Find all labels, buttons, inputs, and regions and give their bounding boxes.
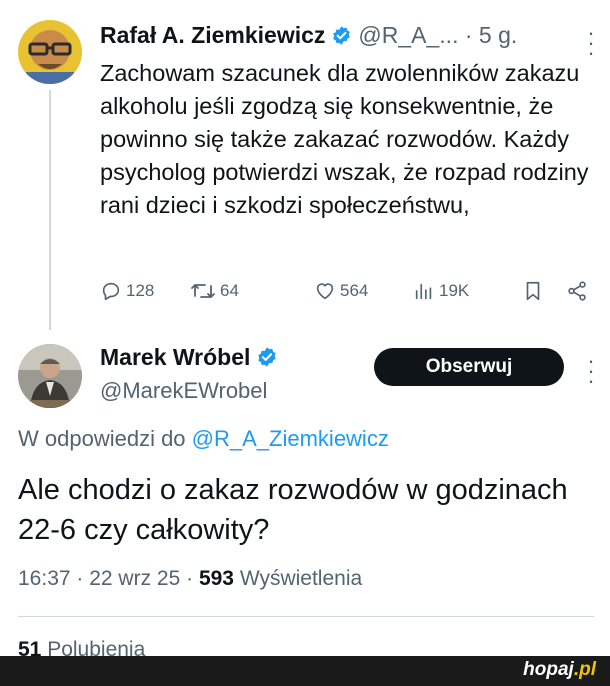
watermark-logo: hopaj.pl xyxy=(523,659,596,681)
verified-badge-icon xyxy=(331,25,352,52)
author-name-text[interactable]: Marek Wróbel xyxy=(100,344,250,370)
reply-count: 128 xyxy=(126,281,155,300)
like-button[interactable]: 564 xyxy=(314,280,368,302)
verified-badge-icon xyxy=(256,346,278,374)
author-name[interactable]: Rafał A. Ziemkiewicz xyxy=(100,22,325,48)
views-label: Wyświetlenia xyxy=(239,567,363,590)
reply-prefix: W odpowiedzi do xyxy=(18,426,186,451)
tweet-original: Rafał A. Ziemkiewicz @R_A_... · 5 g. · · · … xyxy=(0,0,610,330)
repost-count: 64 xyxy=(220,281,239,300)
follow-button[interactable]: Obserwuj xyxy=(374,348,564,386)
heart-icon xyxy=(314,280,336,302)
author-handle[interactable]: @MarekEWrobel xyxy=(100,378,267,404)
like-count: 564 xyxy=(340,281,369,300)
reply-context: W odpowiedzi do @R_A_Ziemkiewicz xyxy=(18,426,389,452)
watermark-bar: hopaj.pl xyxy=(0,656,610,686)
bookmark-button[interactable] xyxy=(522,280,544,302)
views-button[interactable]: 19K xyxy=(413,280,469,302)
share-icon xyxy=(566,280,588,302)
views-count: 593 xyxy=(198,567,234,590)
reply-mention-link[interactable]: @R_A_Ziemkiewicz xyxy=(192,426,389,451)
bookmark-icon xyxy=(522,280,544,302)
tweet-text: Zachowam szacunek dla zwolenników zakazu… xyxy=(100,60,589,218)
more-options-icon[interactable]: · · · xyxy=(586,22,596,64)
watermark-suffix: .pl xyxy=(573,659,596,680)
divider xyxy=(18,616,594,617)
views-chart-icon xyxy=(413,280,435,302)
repost-button[interactable]: 64 xyxy=(190,280,239,302)
tweet-text: Ale chodzi o zakaz rozwodów w godzinach … xyxy=(18,474,568,546)
action-bar: 128 64 564 19K xyxy=(100,280,595,310)
views-count: 19K xyxy=(439,281,470,300)
more-options-icon[interactable]: · · · xyxy=(586,350,596,392)
tweet1-header: Rafał A. Ziemkiewicz @R_A_... · 5 g. xyxy=(100,22,517,52)
reply-button[interactable]: 128 xyxy=(100,280,154,302)
share-button[interactable] xyxy=(566,280,588,302)
avatar-ziemkiewicz[interactable] xyxy=(18,20,82,84)
author-handle[interactable]: @R_A_... xyxy=(358,22,458,48)
author-name: Marek Wróbel xyxy=(100,344,284,374)
tweet-time[interactable]: · 5 g. xyxy=(465,22,517,48)
tweet-timestamp[interactable]: 16:37 · 22 wrz 25 · xyxy=(18,567,193,590)
thread-line xyxy=(49,90,51,330)
tweet-meta: 16:37 · 22 wrz 25 · 593 Wyświetlenia xyxy=(18,567,362,591)
repost-icon xyxy=(190,280,216,302)
avatar-wrobel[interactable] xyxy=(18,344,82,408)
watermark-prefix: hopaj xyxy=(523,659,574,680)
tweet-reply: Marek Wróbel @MarekEWrobel Obserwuj · · · … xyxy=(0,330,610,686)
reply-icon xyxy=(100,280,122,302)
